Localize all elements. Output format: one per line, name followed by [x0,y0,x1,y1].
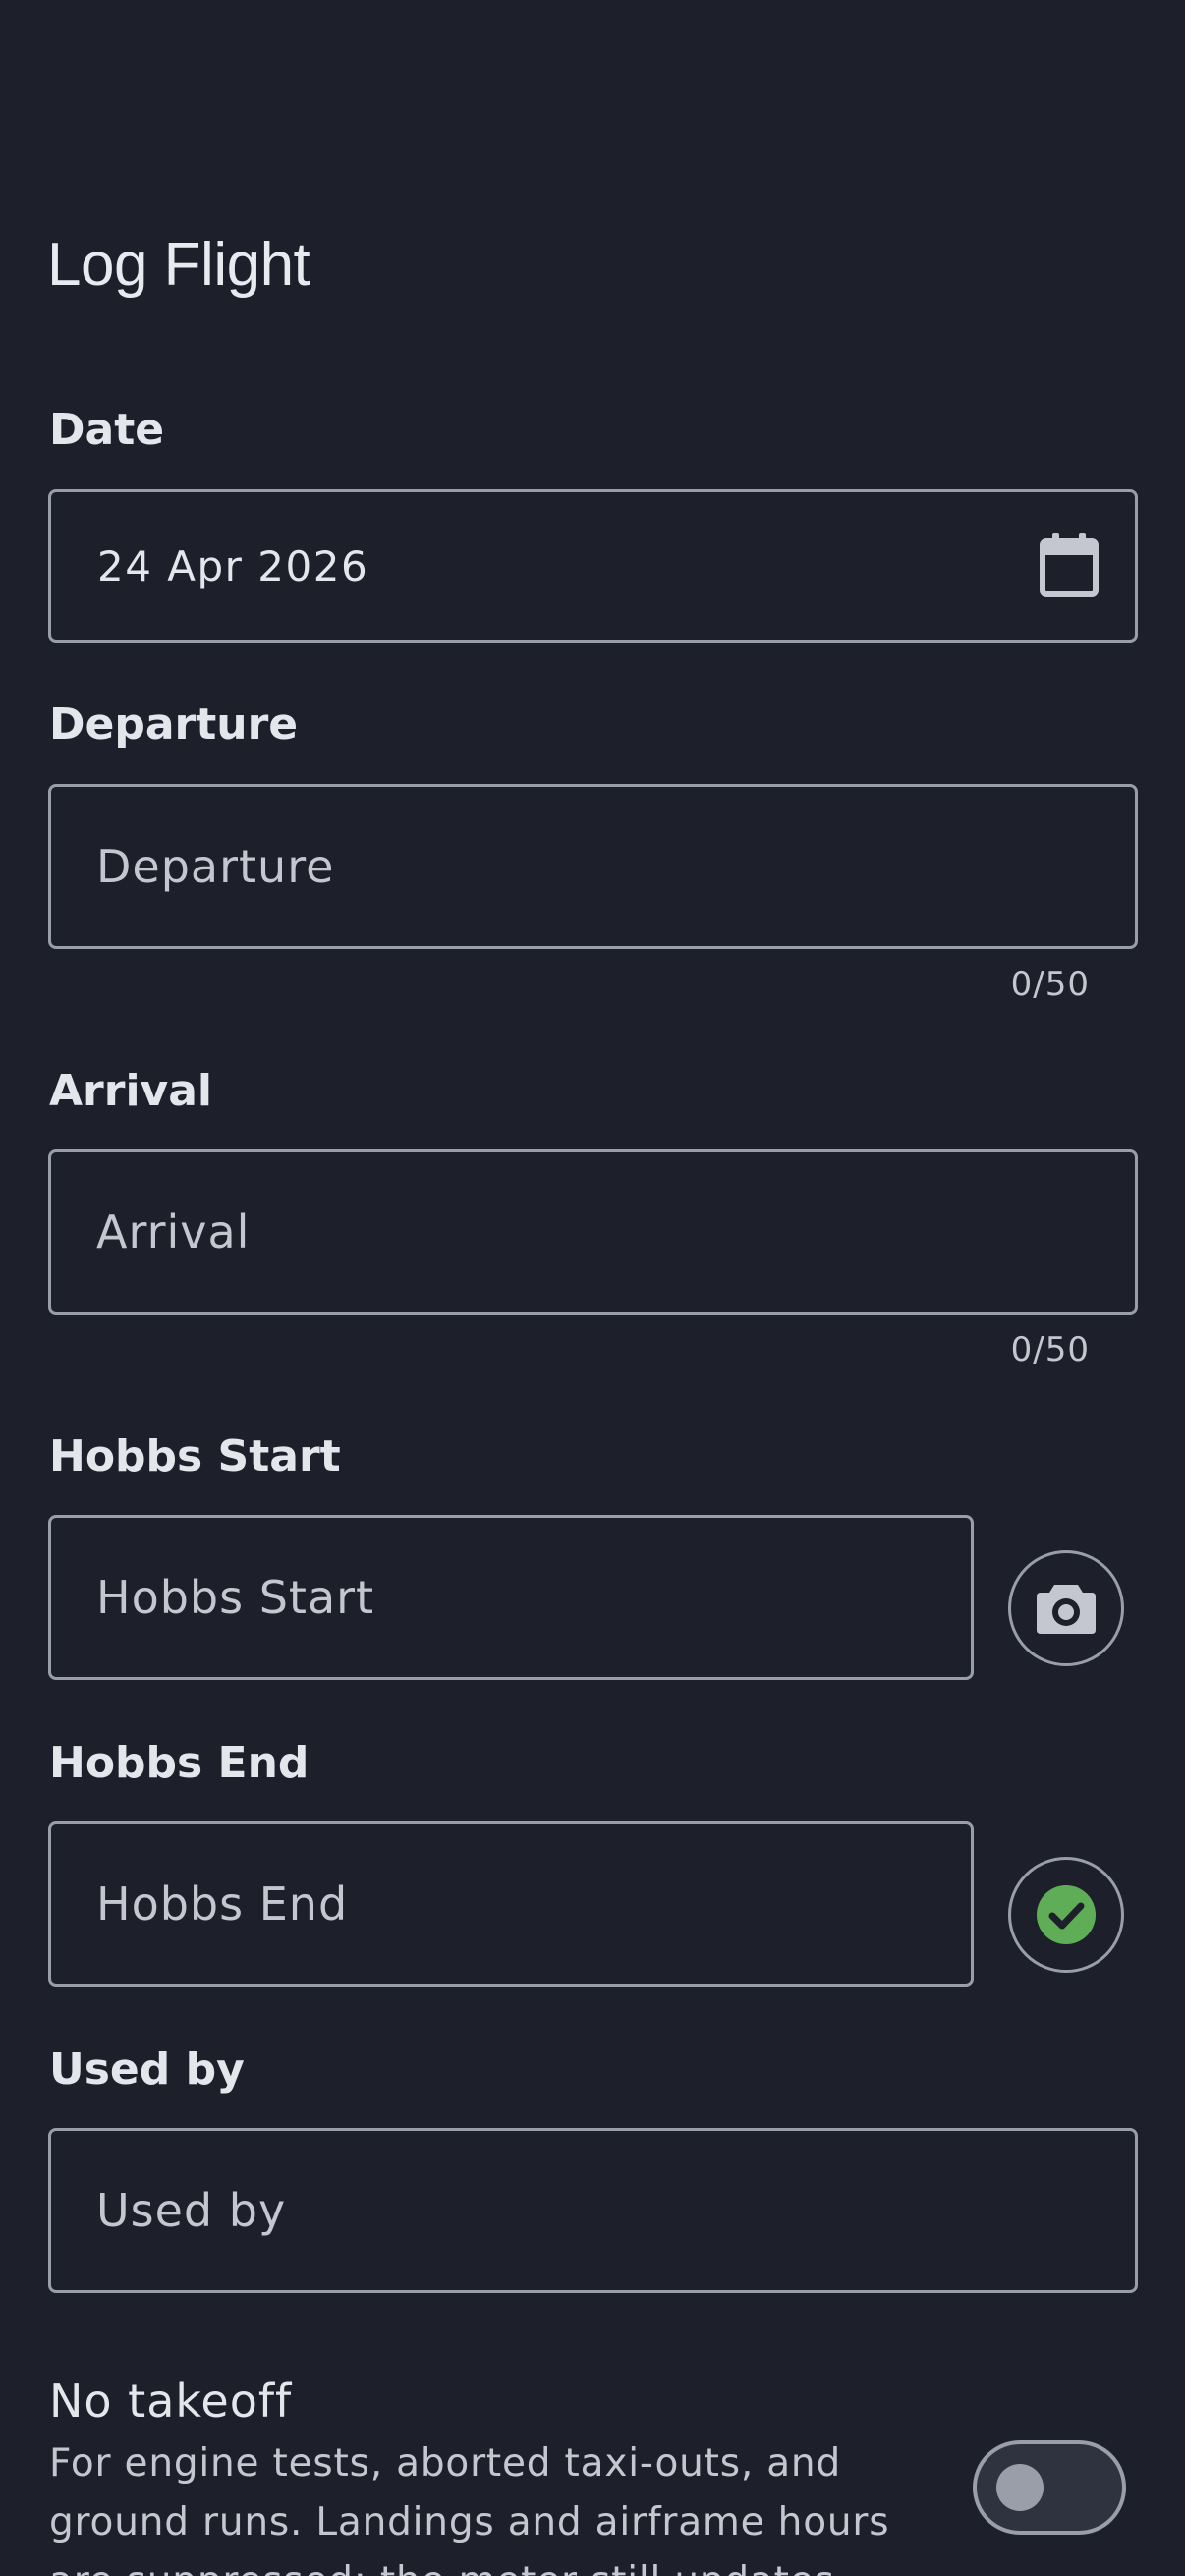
log-flight-screen: Log Flight Date 24 Apr 2026 Departure 0/… [0,0,1185,2576]
departure-counter: 0/50 [1010,965,1090,1004]
hobbs-end-input[interactable] [96,1824,926,1984]
arrival-label: Arrival [49,1066,212,1116]
hobbs-start-field[interactable] [48,1515,974,1680]
toggle-knob [996,2464,1044,2511]
camera-icon [1037,1585,1096,1634]
hobbs-end-label: Hobbs End [49,1738,310,1788]
hobbs-start-input[interactable] [96,1518,926,1677]
hobbs-end-field[interactable] [48,1821,974,1987]
used-by-label: Used by [49,2044,245,2095]
hobbs-start-camera-button[interactable] [1008,1550,1124,1666]
arrival-input[interactable] [96,1152,1090,1312]
page-title: Log Flight [47,231,310,299]
arrival-field[interactable] [48,1149,1138,1315]
departure-label: Departure [49,700,299,750]
no-takeoff-toggle[interactable] [973,2440,1126,2535]
date-field[interactable]: 24 Apr 2026 [48,489,1138,643]
check-circle-icon [1037,1885,1096,1944]
no-takeoff-title: No takeoff [49,2375,293,2428]
date-value: 24 Apr 2026 [97,541,369,590]
departure-field[interactable] [48,784,1138,949]
used-by-field[interactable] [48,2128,1138,2293]
arrival-counter: 0/50 [1010,1330,1090,1370]
date-label: Date [49,405,165,455]
hobbs-end-confirm-button[interactable] [1008,1857,1124,1973]
departure-input[interactable] [96,787,1090,946]
calendar-icon[interactable] [1039,533,1100,598]
no-takeoff-description: For engine tests, aborted taxi-outs, and… [49,2441,890,2576]
used-by-input[interactable] [96,2131,1090,2290]
hobbs-start-label: Hobbs Start [49,1431,341,1482]
